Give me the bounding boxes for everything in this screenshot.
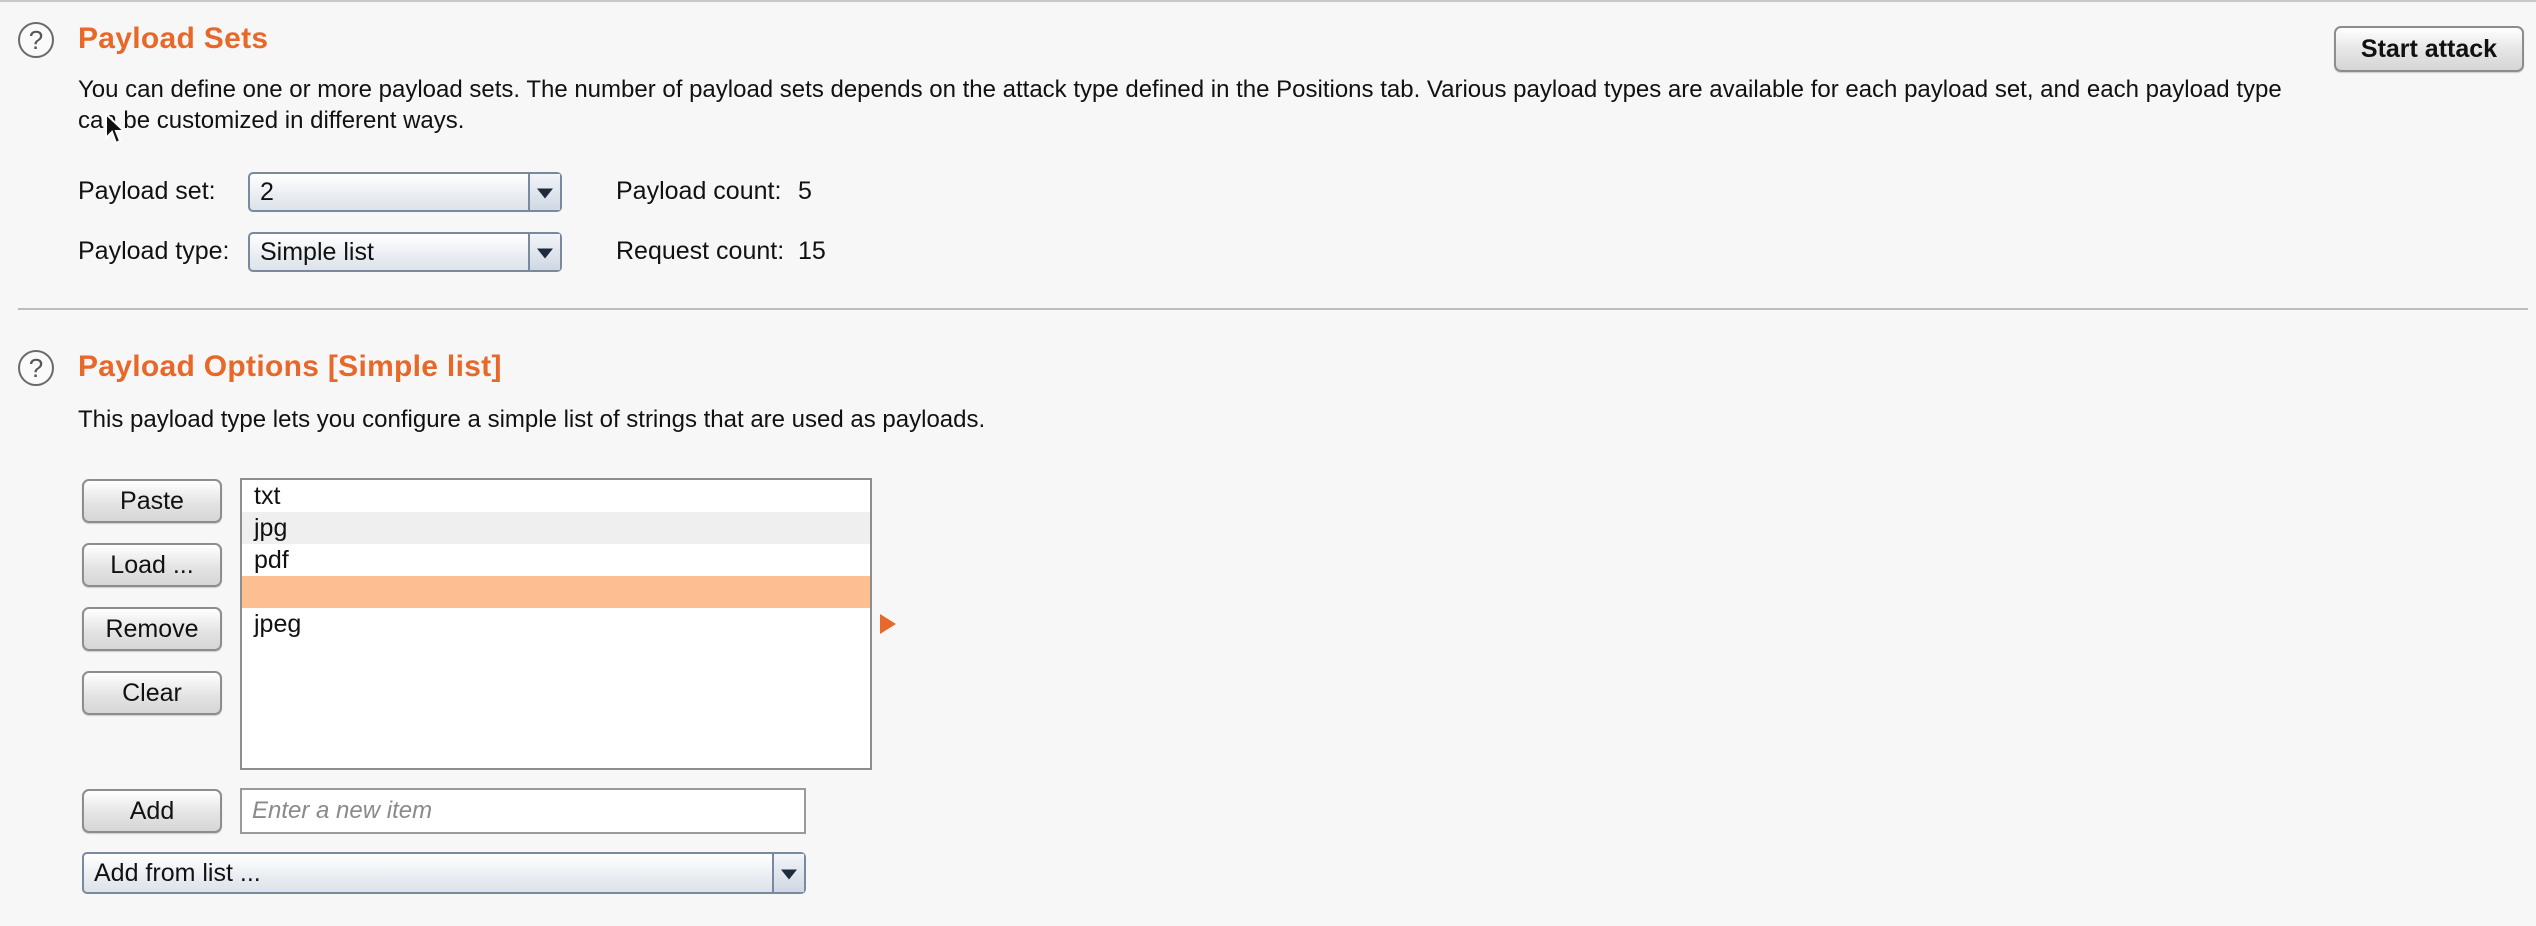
payload-set-value: 2 [260,178,274,206]
payload-options-title: Payload Options [Simple list] [78,350,502,383]
list-item[interactable]: pdf [242,544,870,576]
new-item-input[interactable] [240,788,806,834]
add-from-list-select[interactable]: Add from list ... [82,852,806,894]
payload-type-label: Payload type: [78,237,230,265]
list-item[interactable]: txt [242,480,870,512]
request-count-label: Request count: [616,237,785,265]
add-button[interactable]: Add [82,789,222,833]
mouse-cursor-icon [105,112,126,145]
chevron-down-icon [528,174,560,210]
list-item[interactable]: jpeg [242,608,870,640]
payload-list[interactable]: txt jpg pdf jpeg [240,478,872,770]
payload-count-value: 5 [798,177,812,205]
list-item-selected[interactable] [242,576,870,608]
help-icon-payload-sets[interactable]: ? [18,22,54,58]
payload-type-select[interactable]: Simple list [248,232,562,272]
section-divider [18,308,2528,310]
chevron-down-icon [528,234,560,270]
remove-button[interactable]: Remove [82,607,222,651]
clear-button[interactable]: Clear [82,671,222,715]
request-count-value: 15 [798,237,826,265]
payload-set-select[interactable]: 2 [248,172,562,212]
paste-button[interactable]: Paste [82,479,222,523]
payload-set-label: Payload set: [78,177,216,205]
payload-sets-title: Payload Sets [78,22,269,55]
start-attack-button[interactable]: Start attack [2334,26,2524,72]
payload-count-label: Payload count: [616,177,782,205]
list-item[interactable]: jpg [242,512,870,544]
top-border [0,0,2536,2]
help-icon-payload-options[interactable]: ? [18,350,54,386]
payload-type-value: Simple list [260,238,374,266]
add-from-list-value: Add from list ... [94,859,261,887]
chevron-down-icon [772,854,804,892]
payload-sets-description: You can define one or more payload sets.… [78,76,2282,134]
insert-position-arrow-icon [880,614,896,634]
load-button[interactable]: Load ... [82,543,222,587]
payload-options-description: This payload type lets you configure a s… [78,406,986,433]
